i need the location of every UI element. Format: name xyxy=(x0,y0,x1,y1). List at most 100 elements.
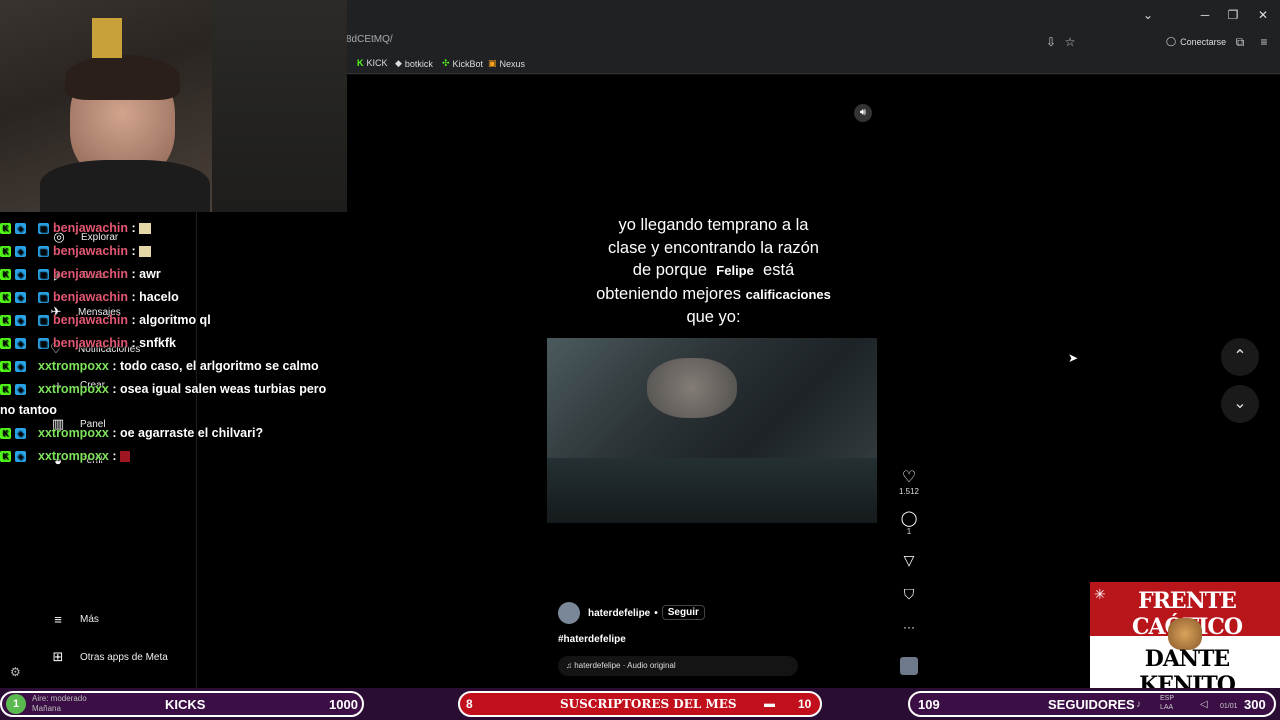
stream-bottom-bar: 1 Aire: moderado Mañana KICKS 1000 8 SUS… xyxy=(0,688,1280,720)
kick-badge-icon: K xyxy=(0,360,11,372)
sub-badge-icon: ◈ xyxy=(15,383,26,395)
nav-more[interactable]: ≡ Más xyxy=(50,612,99,627)
tab-list-chevron-icon[interactable]: ⌄ xyxy=(1139,6,1157,24)
music-note-icon: ♫ xyxy=(566,661,572,670)
save-bookmark-icon[interactable]: ⛉ xyxy=(898,586,920,603)
bookmark-botkick[interactable]: ◆ botkick xyxy=(395,58,433,69)
chat-message: K ◈ xxtrompoxx : xyxy=(0,449,130,463)
reel-video[interactable]: 🔊︎ yo llegando temprano a la clase y enc… xyxy=(547,96,880,688)
comment-bubble-icon: ◯ xyxy=(900,510,918,527)
sub-badge-icon: ◈ xyxy=(15,427,26,439)
emote-icon xyxy=(139,222,152,234)
desk-shape xyxy=(547,458,877,523)
reel-caption: yo llegando temprano a la clase y encont… xyxy=(596,216,831,326)
hamburger-icon: ≡ xyxy=(54,612,62,627)
stream-promo-art: ✳ FRENTE CAÓTICO DANTE KENITO xyxy=(1090,582,1280,698)
webcam-extension xyxy=(212,0,347,212)
verified-badge-icon: ▦ xyxy=(38,245,49,257)
account-icon: ◯ xyxy=(1166,36,1177,46)
chat-message-wrap: no tantoo xyxy=(0,403,57,417)
avatar[interactable] xyxy=(558,602,580,624)
bookmark-star-icon[interactable]: ☆ xyxy=(1062,34,1078,50)
menu-icon[interactable]: ≡ xyxy=(1256,34,1272,50)
hashtag-link[interactable]: #haterdefelipe xyxy=(558,634,626,645)
verified-badge-icon: ▦ xyxy=(38,268,49,280)
language-indicator: ESP LAA xyxy=(1160,695,1175,711)
shirt-shape xyxy=(40,160,210,212)
emote-icon xyxy=(139,245,152,257)
kick-badge-icon: K xyxy=(0,222,11,234)
close-button[interactable]: ✕ xyxy=(1254,6,1272,24)
next-reel-button[interactable]: ⌄ xyxy=(1221,385,1259,423)
like-button[interactable]: ♡ 1.512 xyxy=(898,467,920,496)
speaker-icon: ◁ xyxy=(1200,698,1208,710)
kick-badge-icon: K xyxy=(0,337,11,349)
followers-counter: 109 SEGUIDORES ♪ ESP LAA ◁ 01/01 300 xyxy=(908,691,1276,717)
verified-badge-icon: ▦ xyxy=(38,222,49,234)
sub-badge-icon: ◈ xyxy=(15,291,26,303)
chat-message: K ◈ ▦ benjawachin : xyxy=(0,221,152,235)
username-link[interactable]: haterdefelipe xyxy=(588,608,650,620)
more-options-icon[interactable]: ··· xyxy=(898,620,920,634)
sub-badge-icon: ◈ xyxy=(15,245,26,257)
verified-badge-icon: ▦ xyxy=(38,291,49,303)
bookmark-nexus[interactable]: ▣ Nexus xyxy=(488,58,525,69)
chat-message: K ◈ xxtrompoxx : osea igual salen weas tur… xyxy=(0,382,326,396)
headphones-shape xyxy=(65,55,180,100)
sub-badge-icon: ◈ xyxy=(15,314,26,326)
extensions-icon[interactable]: ⧉ xyxy=(1232,34,1248,50)
mic-icon: ♪ xyxy=(1136,698,1141,710)
chevron-up-icon: ⌃ xyxy=(1233,348,1247,365)
heart-icon: ♡ xyxy=(901,469,917,486)
kick-badge-icon: K xyxy=(0,245,11,257)
reel-video-frame xyxy=(547,338,877,523)
verified-badge-icon: ▦ xyxy=(38,314,49,326)
sub-badge-icon: ◈ xyxy=(15,450,26,462)
chat-message: K ◈ ▦ benjawachin : hacelo xyxy=(0,290,179,304)
restore-button[interactable]: ❐ xyxy=(1224,6,1242,24)
folder-icon: ▬ xyxy=(764,698,775,710)
chat-message: K ◈ ▦ benjawachin : xyxy=(0,244,152,258)
kick-badge-icon: K xyxy=(0,291,11,303)
follow-button[interactable]: Seguir xyxy=(661,605,705,620)
weather-badge: 1 xyxy=(6,694,26,714)
bookmark-kickbot[interactable]: ✣ KickBot xyxy=(442,58,483,69)
subs-counter: 8 SUSCRIPTORES DEL MES ▬ 10 xyxy=(458,691,822,717)
nexus-icon: ▣ xyxy=(488,58,497,68)
diamond-icon: ◆ xyxy=(395,58,402,68)
minimize-button[interactable]: ─ xyxy=(1196,6,1214,24)
poster-shape xyxy=(92,18,122,58)
sub-badge-icon: ◈ xyxy=(15,360,26,372)
chat-message: K ◈ xxtrompoxx : todo caso, el arlgoritmo … xyxy=(0,359,319,373)
sub-badge-icon: ◈ xyxy=(15,222,26,234)
kick-badge-icon: K xyxy=(0,268,11,280)
kick-badge-icon: K xyxy=(0,314,11,326)
kick-icon: K xyxy=(357,58,364,68)
nav-meta-apps[interactable]: ⊞ Otras apps de Meta xyxy=(50,649,168,665)
connect-button[interactable]: ◯ Conectarse xyxy=(1166,36,1226,47)
reel-author: haterdefelipe • Seguir xyxy=(588,605,705,620)
chat-message: K ◈ ▦ benjawachin : snfkfk xyxy=(0,336,176,350)
kick-badge-icon: K xyxy=(0,450,11,462)
chat-message: K ◈ ▦ benjawachin : algoritmo ql xyxy=(0,313,211,327)
apps-grid-icon: ⊞ xyxy=(52,649,64,664)
bookmark-kick[interactable]: K KICK xyxy=(357,58,388,68)
sub-badge-icon: ◈ xyxy=(15,268,26,280)
comment-button[interactable]: ◯ 1 xyxy=(898,509,920,536)
volume-icon[interactable]: 🔊︎ xyxy=(854,104,872,122)
previous-reel-button[interactable]: ⌃ xyxy=(1221,338,1259,376)
weather-info: Aire: moderado Mañana xyxy=(32,694,87,713)
chat-message: K ◈ ▦ benjawachin : awr xyxy=(0,267,161,281)
kickbot-icon: ✣ xyxy=(442,58,450,68)
audio-thumbnail[interactable] xyxy=(900,657,918,675)
address-bar[interactable]: 8dCEtMQ/ xyxy=(346,34,393,45)
kick-badge-icon: K xyxy=(0,427,11,439)
share-icon[interactable]: ▽ xyxy=(898,552,920,569)
audio-pill[interactable]: ♫ haterdefelipe · Audio original xyxy=(558,656,798,676)
settings-gear-icon[interactable]: ⚙ xyxy=(10,665,21,679)
verified-badge-icon: ▦ xyxy=(38,337,49,349)
kick-badge-icon: K xyxy=(0,383,11,395)
kicks-counter: 1 Aire: moderado Mañana KICKS 1000 xyxy=(0,691,364,717)
sub-badge-icon: ◈ xyxy=(15,337,26,349)
install-app-icon[interactable]: ⇩ xyxy=(1043,34,1059,50)
